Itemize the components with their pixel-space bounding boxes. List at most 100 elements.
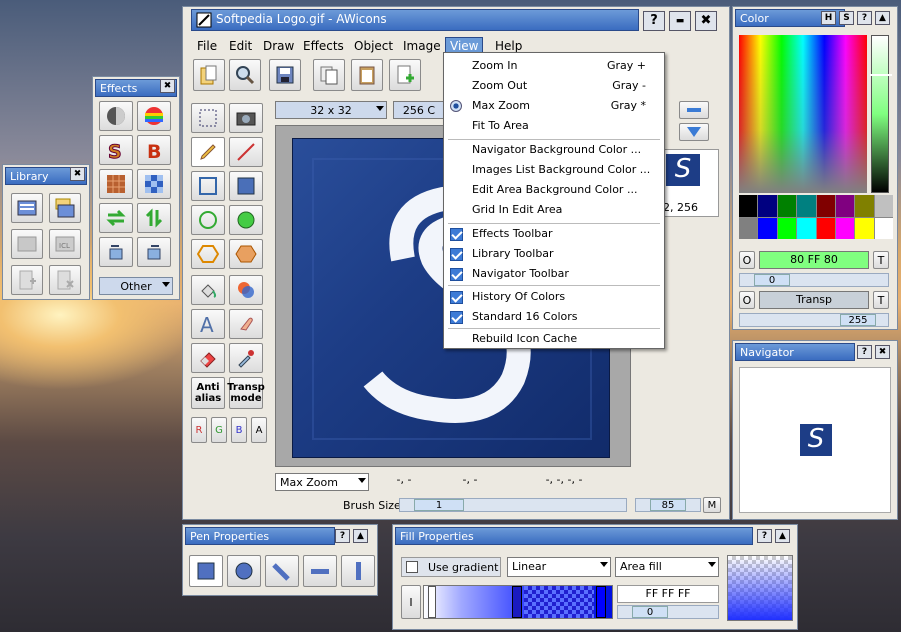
view-menu-edit-area-bg[interactable]: Edit Area Background Color ...	[444, 181, 664, 201]
color-s-icon[interactable]: S	[839, 11, 854, 25]
color-slider-1-thumb[interactable]: 0	[754, 274, 790, 286]
color-slider-1[interactable]: 0	[739, 273, 889, 287]
zoom-slider-thumb[interactable]: 85	[650, 499, 686, 511]
effects-other-select[interactable]: Other	[99, 277, 173, 295]
color-palette[interactable]	[739, 195, 893, 239]
replace-color-tool[interactable]	[229, 275, 263, 305]
menu-object[interactable]: Object	[354, 39, 393, 53]
pencil-tool[interactable]	[191, 137, 225, 167]
fill-help-icon[interactable]: ?	[757, 529, 772, 543]
library-list-button[interactable]	[11, 193, 43, 223]
polygon-tool[interactable]	[191, 239, 225, 269]
view-menu-images-list-bg[interactable]: Images List Background Color ...	[444, 161, 664, 181]
fill-tool[interactable]	[191, 275, 225, 305]
palette-swatch[interactable]	[816, 195, 835, 217]
list-thumbnail[interactable]: S	[666, 154, 700, 186]
library-add-list-button[interactable]	[49, 193, 81, 223]
text-tool[interactable]: A	[191, 309, 225, 339]
pen-help-icon[interactable]: ?	[335, 529, 350, 543]
checkbox-box[interactable]	[406, 561, 418, 573]
pen-square-button[interactable]	[189, 555, 223, 587]
navigator-help-icon[interactable]: ?	[857, 345, 872, 359]
size-select[interactable]: 32 x 32	[275, 101, 387, 119]
pen-titlebar[interactable]: Pen Properties	[185, 527, 335, 545]
paste-button[interactable]	[351, 59, 383, 91]
palette-swatch[interactable]	[777, 195, 797, 217]
use-gradient-checkbox[interactable]: Use gradient	[401, 557, 501, 577]
fill-collapse-icon[interactable]: ▲	[775, 529, 790, 543]
menu-draw[interactable]: Draw	[263, 39, 294, 53]
library-add-button[interactable]	[11, 265, 43, 295]
view-menu-standard-16[interactable]: Standard 16 Colors	[444, 308, 664, 328]
zoom-select[interactable]: Max Zoom	[275, 473, 369, 491]
color-o-button-1[interactable]: O	[739, 251, 755, 269]
navigator-titlebar[interactable]: Navigator	[735, 343, 855, 361]
gradient-bar[interactable]	[423, 585, 613, 619]
color-slider-2-thumb[interactable]: 255	[840, 314, 876, 326]
close-icon[interactable]: ✖	[695, 11, 717, 31]
palette-swatch[interactable]	[874, 217, 893, 239]
copy-button[interactable]	[313, 59, 345, 91]
gradient-stop-mid[interactable]	[512, 586, 522, 618]
brush-size-thumb[interactable]: 1	[414, 499, 464, 511]
rectangle-tool[interactable]	[191, 171, 225, 201]
fill-i-button[interactable]: I	[401, 585, 421, 619]
menu-image[interactable]: Image	[403, 39, 441, 53]
channel-g[interactable]: G	[211, 417, 227, 443]
color-t-button-1[interactable]: T	[873, 251, 889, 269]
palette-swatch[interactable]	[797, 217, 816, 239]
color-h-icon[interactable]: H	[821, 11, 836, 25]
rotate-right-button[interactable]	[137, 237, 171, 267]
palette-swatch[interactable]	[739, 195, 758, 217]
color-slider-2[interactable]: 255	[739, 313, 889, 327]
pen-horizontal-button[interactable]	[303, 555, 337, 587]
bold-effect-button[interactable]: B	[137, 135, 171, 165]
navigator-view[interactable]: S	[739, 367, 891, 513]
fill-mode-select[interactable]: Area fill	[615, 557, 719, 577]
grayscale-effect-button[interactable]	[99, 101, 133, 131]
eraser-tool[interactable]	[191, 343, 225, 373]
pen-diagonal-button[interactable]	[265, 555, 299, 587]
fill-titlebar[interactable]: Fill Properties	[395, 527, 753, 545]
gradient-stop-right[interactable]	[596, 586, 606, 618]
view-menu-navigator-toolbar[interactable]: Navigator Toolbar	[444, 265, 664, 285]
fill-slider-thumb[interactable]: 0	[632, 606, 668, 618]
ellipse-tool[interactable]	[191, 205, 225, 235]
palette-swatch[interactable]	[874, 195, 893, 217]
menu-file[interactable]: File	[197, 39, 217, 53]
emboss-effect-button[interactable]: S	[99, 135, 133, 165]
filled-rectangle-tool[interactable]	[229, 171, 263, 201]
library-icl-button[interactable]: ICL	[49, 229, 81, 259]
zoom-max-button[interactable]: M	[703, 497, 721, 513]
palette-swatch[interactable]	[758, 217, 777, 239]
palette-swatch[interactable]	[758, 195, 777, 217]
menu-edit[interactable]: Edit	[229, 39, 252, 53]
color-o-button-2[interactable]: O	[739, 291, 755, 309]
zoom-slider[interactable]: 85	[635, 498, 701, 512]
brush-size-slider[interactable]: 1	[399, 498, 627, 512]
help-icon[interactable]: ?	[643, 11, 665, 31]
view-menu-zoom-out[interactable]: Zoom Out Gray -	[444, 77, 664, 97]
zoom-button[interactable]	[229, 59, 261, 91]
filled-ellipse-tool[interactable]	[229, 205, 263, 235]
palette-swatch[interactable]	[855, 217, 874, 239]
pen-round-button[interactable]	[227, 555, 261, 587]
view-menu-zoom-in[interactable]: Zoom In Gray +	[444, 57, 664, 77]
channel-a[interactable]: A	[251, 417, 267, 443]
view-menu-library-toolbar[interactable]: Library Toolbar	[444, 245, 664, 265]
color-collapse-icon[interactable]: ▲	[875, 11, 890, 25]
library-disabled-button-1[interactable]	[11, 229, 43, 259]
save-button[interactable]	[269, 59, 301, 91]
transparent-mode-toggle[interactable]: Transp mode	[227, 377, 265, 409]
gradient-type-select[interactable]: Linear	[507, 557, 611, 577]
palette-swatch[interactable]	[777, 217, 797, 239]
flip-vertical-button[interactable]	[137, 203, 171, 233]
color-help-icon[interactable]: ?	[857, 11, 872, 25]
view-menu-grid[interactable]: Grid In Edit Area	[444, 201, 664, 221]
palette-swatch[interactable]	[835, 217, 855, 239]
fill-slider[interactable]: 0	[617, 605, 719, 619]
new-button[interactable]	[389, 59, 421, 91]
noise-effect-button[interactable]	[99, 169, 133, 199]
list-down-button[interactable]	[679, 123, 709, 141]
menu-help[interactable]: Help	[495, 39, 522, 53]
